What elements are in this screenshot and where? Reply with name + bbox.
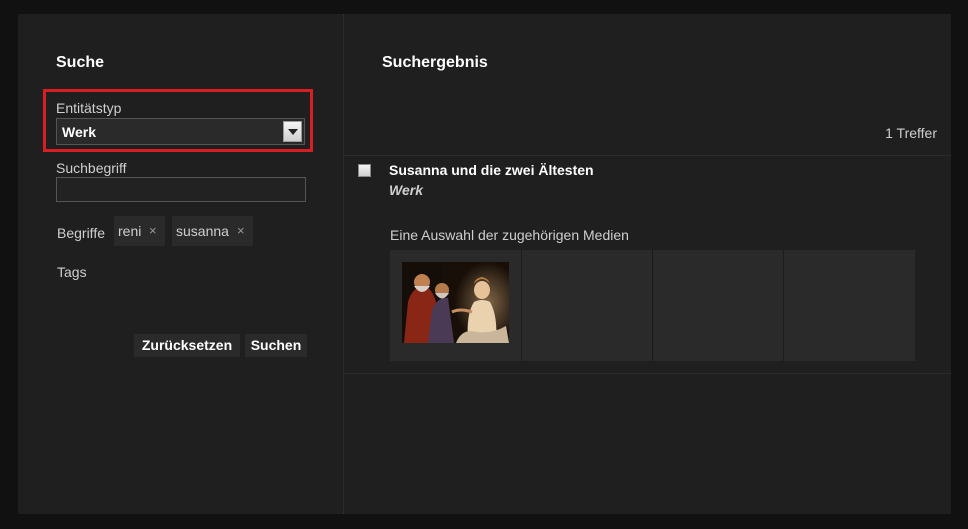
search-panel: Suche Entitätstyp Werk Suchbegriff Begri…: [18, 14, 951, 514]
result-checkbox[interactable]: [358, 164, 371, 177]
search-term-label: Suchbegriff: [56, 160, 127, 176]
media-cell: [522, 250, 652, 361]
result-count: 1 Treffer: [885, 125, 937, 141]
term-chip-susanna: susanna ×: [172, 216, 253, 246]
search-button[interactable]: Suchen: [245, 334, 307, 357]
terms-label: Begriffe: [57, 225, 105, 241]
search-term-input[interactable]: [56, 177, 306, 202]
entity-type-value: Werk: [62, 124, 96, 140]
divider: [344, 373, 951, 374]
search-title: Suche: [56, 54, 105, 71]
term-chip-label: susanna: [176, 223, 229, 239]
term-chip-label: reni: [118, 223, 142, 239]
tags-label: Tags: [57, 264, 87, 280]
entity-type-label: Entitätstyp: [56, 100, 122, 116]
media-cell[interactable]: [390, 250, 520, 361]
divider: [344, 155, 951, 156]
media-cell: [784, 250, 914, 361]
results-area: Suchergebnis 1 Treffer Susanna und die z…: [344, 14, 951, 514]
reset-button[interactable]: Zurücksetzen: [134, 334, 240, 357]
result-title[interactable]: Susanna und die zwei Ältesten: [389, 162, 594, 178]
close-icon[interactable]: ×: [237, 216, 245, 246]
painting-thumbnail[interactable]: [402, 262, 509, 343]
result-type: Werk: [389, 182, 423, 198]
chevron-down-icon[interactable]: [283, 121, 302, 142]
search-sidebar: Suche Entitätstyp Werk Suchbegriff Begri…: [18, 14, 344, 514]
results-title: Suchergebnis: [382, 54, 488, 71]
close-icon[interactable]: ×: [149, 216, 157, 246]
media-strip: [390, 250, 915, 361]
media-cell: [653, 250, 783, 361]
media-label: Eine Auswahl der zugehörigen Medien: [390, 227, 629, 243]
entity-type-select[interactable]: Werk: [56, 118, 305, 145]
term-chip-reni: reni ×: [114, 216, 165, 246]
